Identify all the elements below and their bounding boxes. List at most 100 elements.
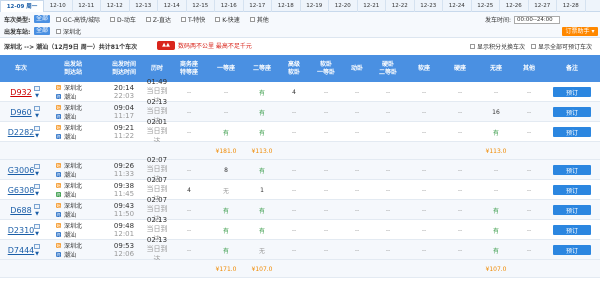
train-number-link[interactable]: G6308 (8, 186, 35, 195)
seat-availability[interactable]: 有 (259, 206, 265, 215)
to-station-name[interactable]: 潮汕 (64, 230, 76, 239)
from-station-name[interactable]: 深圳北 (64, 201, 82, 210)
expand-arrow-icon[interactable]: ▼ (35, 93, 39, 99)
seat-availability[interactable]: 有 (259, 88, 265, 97)
seat-availability[interactable]: 4 (292, 89, 296, 96)
train-number-link[interactable]: G3006 (8, 166, 35, 175)
to-station-name[interactable]: 潮汕 (64, 92, 76, 101)
book-button[interactable]: 预订 (553, 107, 591, 117)
date-tab[interactable]: 12-11 (73, 0, 101, 12)
train-type-all-button[interactable]: 全部 (34, 15, 51, 23)
seat-availability[interactable]: 16 (492, 109, 500, 116)
train-number-link[interactable]: D2310 (8, 226, 35, 235)
book-button[interactable]: 预订 (553, 165, 591, 175)
show-all-checkbox[interactable]: 显示全部可预订车次 (530, 42, 592, 51)
book-button[interactable]: 预订 (553, 87, 591, 97)
date-tab[interactable]: 12-13 (130, 0, 158, 12)
train-info-icon[interactable] (34, 184, 40, 189)
depart-time-select[interactable]: 00:00--24:00 (514, 15, 560, 24)
date-tab[interactable]: 12-09 周一 (0, 0, 44, 12)
seat-availability[interactable]: 有 (223, 226, 229, 235)
train-type-checkbox[interactable]: 其他 (249, 15, 269, 24)
seat-availability[interactable]: 1 (260, 187, 264, 194)
from-station-name[interactable]: 深圳北 (64, 221, 82, 230)
expand-arrow-icon[interactable]: ▼ (35, 251, 39, 257)
book-button[interactable]: 预订 (553, 245, 591, 255)
train-type-checkbox[interactable]: Z-直达 (145, 15, 171, 24)
train-type-checkbox[interactable]: GC-高铁/城际 (56, 15, 100, 24)
booking-assistant-button[interactable]: 订票助手 ▾ (562, 27, 598, 36)
to-station-name[interactable]: 潮汕 (64, 170, 76, 179)
seat-availability[interactable]: 有 (493, 128, 499, 137)
show-points-checkbox[interactable]: 显示积分兑换车次 (469, 42, 525, 51)
date-tab[interactable]: 12-19 (301, 0, 329, 12)
train-number-link[interactable]: D2282 (8, 128, 35, 137)
train-info-icon[interactable] (34, 204, 40, 209)
expand-arrow-icon[interactable]: ▼ (35, 211, 39, 217)
seat-availability[interactable]: 有 (259, 108, 265, 117)
expand-arrow-icon[interactable]: ▼ (35, 171, 39, 177)
seat-availability[interactable]: 有 (223, 246, 229, 255)
book-button[interactable]: 预订 (553, 225, 591, 235)
date-tab[interactable]: 12-15 (187, 0, 215, 12)
train-number-link[interactable]: D960 (10, 108, 31, 117)
date-tab[interactable]: 12-12 (101, 0, 130, 12)
seat-availability[interactable]: 有 (259, 226, 265, 235)
date-tab[interactable]: 12-14 (158, 0, 187, 12)
seat-availability[interactable]: 有 (493, 206, 499, 215)
date-tab[interactable]: 12-22 (386, 0, 415, 12)
train-number-link[interactable]: D7444 (8, 246, 35, 255)
depart-station-checkbox[interactable]: 深圳北 (56, 27, 81, 36)
date-tab[interactable]: 12-20 (329, 0, 358, 12)
date-tab[interactable]: 12-24 (443, 0, 472, 12)
from-station-name[interactable]: 深圳北 (64, 161, 82, 170)
to-station-name[interactable]: 潮汕 (64, 132, 76, 141)
train-info-icon[interactable] (34, 224, 40, 229)
seat-availability[interactable]: 有 (493, 226, 499, 235)
date-tab[interactable]: 12-23 (415, 0, 443, 12)
date-tab[interactable]: 12-27 (529, 0, 557, 12)
date-tab[interactable]: 12-26 (500, 0, 529, 12)
from-station-name[interactable]: 深圳北 (64, 241, 82, 250)
seat-availability[interactable]: 有 (493, 246, 499, 255)
book-button[interactable]: 预订 (553, 205, 591, 215)
seat-availability[interactable]: 4 (187, 187, 191, 194)
expand-arrow-icon[interactable]: ▼ (35, 133, 39, 139)
book-button[interactable]: 预订 (553, 185, 591, 195)
seat-availability[interactable]: 8 (224, 167, 228, 174)
date-tab[interactable]: 12-16 (215, 0, 244, 12)
date-tab[interactable]: 12-25 (472, 0, 500, 12)
train-info-icon[interactable] (34, 164, 40, 169)
train-number-link[interactable]: D688 (10, 206, 31, 215)
to-station-name[interactable]: 潮汕 (64, 112, 76, 121)
seat-availability[interactable]: 有 (259, 128, 265, 137)
from-station-name[interactable]: 深圳北 (64, 103, 82, 112)
seat-availability[interactable]: 有 (223, 206, 229, 215)
from-station-name[interactable]: 深圳北 (64, 181, 82, 190)
seat-availability[interactable]: 有 (223, 128, 229, 137)
train-info-icon[interactable] (34, 126, 40, 131)
expand-arrow-icon[interactable]: ▼ (35, 191, 39, 197)
date-tab[interactable]: 12-18 (272, 0, 301, 12)
date-tab[interactable]: 12-21 (358, 0, 386, 12)
train-type-checkbox[interactable]: T-特快 (181, 15, 205, 24)
train-info-icon[interactable] (34, 106, 40, 111)
train-info-icon[interactable] (34, 86, 40, 91)
date-tab[interactable]: 12-10 (44, 0, 73, 12)
from-station-name[interactable]: 深圳北 (64, 123, 82, 132)
expand-arrow-icon[interactable]: ▼ (35, 113, 39, 119)
expand-arrow-icon[interactable]: ▼ (35, 231, 39, 237)
seat-availability[interactable]: 有 (259, 166, 265, 175)
promo-banner[interactable]: ▲▲ 数码两不公里 最高不足千元 (157, 41, 252, 50)
book-button[interactable]: 预订 (553, 127, 591, 137)
date-tab[interactable]: 12-17 (244, 0, 272, 12)
train-number-link[interactable]: D932 (10, 88, 31, 97)
train-type-checkbox[interactable]: D-动车 (110, 15, 136, 24)
to-station-name[interactable]: 潮汕 (64, 210, 76, 219)
train-info-icon[interactable] (34, 244, 40, 249)
to-station-name[interactable]: 潮汕 (64, 250, 76, 259)
from-station-name[interactable]: 深圳北 (64, 83, 82, 92)
train-type-checkbox[interactable]: K-快速 (215, 15, 240, 24)
depart-station-all-button[interactable]: 全部 (34, 27, 51, 35)
to-station-name[interactable]: 潮汕 (64, 190, 76, 199)
